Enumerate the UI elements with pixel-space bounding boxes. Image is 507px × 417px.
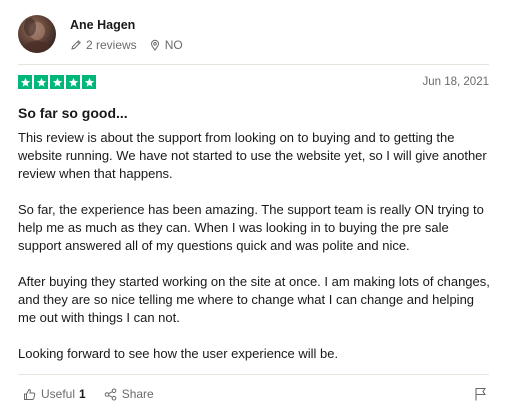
reviewer-header: Ane Hagen 2 reviews NO	[18, 14, 183, 54]
share-button[interactable]: Share	[104, 387, 154, 401]
share-label: Share	[121, 387, 154, 401]
divider	[18, 64, 489, 65]
review-body: This review is about the support from lo…	[18, 129, 494, 381]
useful-label: Useful	[41, 387, 76, 401]
pencil-icon	[71, 39, 81, 50]
divider	[18, 374, 489, 375]
avatar[interactable]	[18, 15, 56, 53]
share-icon	[104, 388, 117, 400]
review-title[interactable]: So far so good...	[18, 105, 128, 121]
review-count: 2 reviews	[86, 37, 137, 52]
review-paragraph: This review is about the support from lo…	[18, 130, 487, 181]
star-icon	[66, 75, 80, 89]
star-icon	[50, 75, 64, 89]
review-paragraph: After buying they started working on the…	[18, 274, 490, 325]
location-pin-icon	[150, 39, 159, 51]
useful-count: 1	[79, 387, 86, 401]
useful-button[interactable]: Useful 1	[23, 387, 86, 401]
review-paragraph: Looking forward to see how the user expe…	[18, 346, 339, 361]
reviewer-meta: 2 reviews NO	[70, 38, 183, 52]
review-date: Jun 18, 2021	[422, 76, 489, 88]
star-icon	[82, 75, 96, 89]
thumbs-up-icon	[24, 388, 36, 400]
star-icon	[34, 75, 48, 89]
reviewer-name[interactable]: Ane Hagen	[70, 17, 183, 33]
review-paragraph: So far, the experience has been amazing.…	[18, 202, 484, 253]
star-icon	[18, 75, 32, 89]
star-rating	[18, 75, 96, 89]
review-actions: Useful 1 Share	[18, 384, 489, 404]
country-code: NO	[164, 37, 183, 52]
flag-icon[interactable]	[474, 387, 487, 401]
